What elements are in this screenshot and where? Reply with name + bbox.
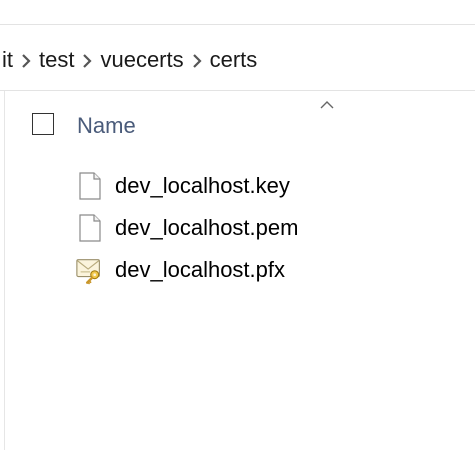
chevron-right-icon[interactable]: [184, 47, 210, 73]
breadcrumb: it test vuecerts certs: [0, 30, 475, 91]
certificate-file-icon: [75, 255, 105, 285]
select-all-checkbox[interactable]: [32, 113, 54, 135]
list-item[interactable]: dev_localhost.key: [75, 169, 290, 203]
blank-file-icon: [75, 213, 105, 243]
breadcrumb-item-it[interactable]: it: [2, 47, 13, 73]
blank-file-icon: [75, 171, 105, 201]
breadcrumb-item-vuecerts[interactable]: vuecerts: [100, 47, 183, 73]
file-name: dev_localhost.pem: [115, 215, 299, 240]
file-name: dev_localhost.key: [115, 173, 290, 198]
breadcrumb-item-test[interactable]: test: [39, 47, 74, 73]
window-top-strip: [0, 0, 475, 25]
file-name: dev_localhost.pfx: [115, 257, 285, 282]
chevron-up-icon[interactable]: [320, 96, 334, 114]
column-header-name[interactable]: Name: [77, 113, 136, 139]
list-item[interactable]: dev_localhost.pfx: [75, 253, 285, 287]
file-list-pane: Name dev_localhost.key dev_localhost.pem: [4, 91, 475, 450]
chevron-right-icon[interactable]: [13, 47, 39, 73]
list-item[interactable]: dev_localhost.pem: [75, 211, 298, 245]
chevron-right-icon[interactable]: [74, 47, 100, 73]
breadcrumb-item-certs[interactable]: certs: [210, 47, 258, 73]
